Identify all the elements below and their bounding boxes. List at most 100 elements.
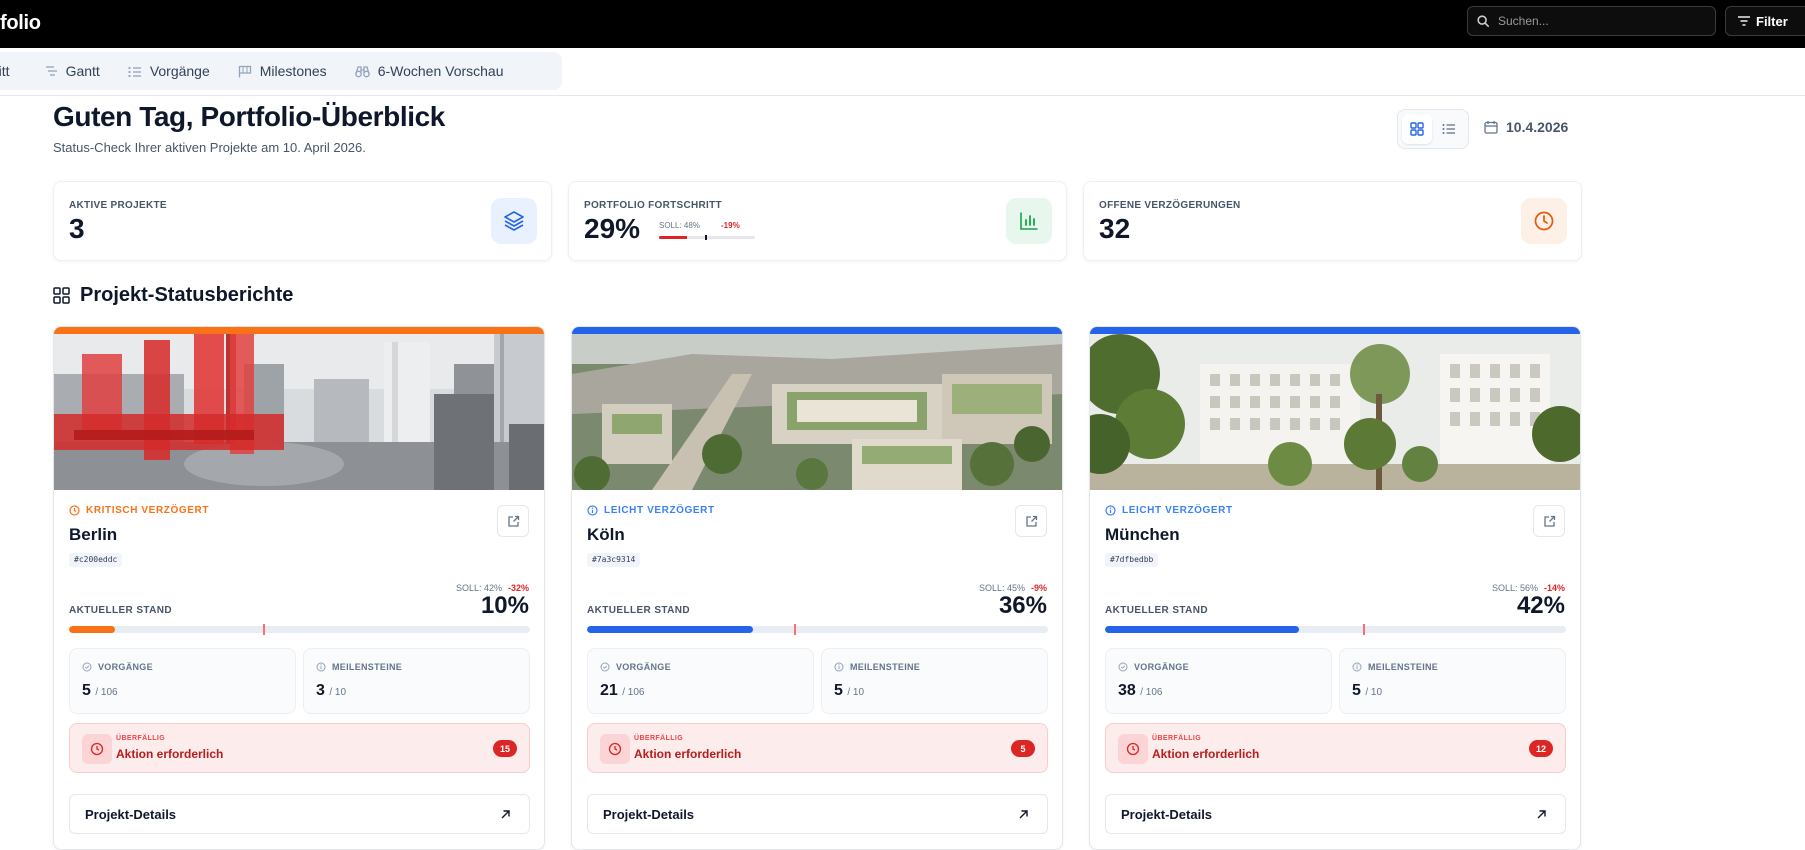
- top-bar: folio Filter: [0, 0, 1805, 48]
- progress-bar-fill: [587, 626, 753, 633]
- stat-count: 5: [834, 682, 843, 699]
- progress-bar: [69, 626, 530, 633]
- stat-label-text: MEILENSTEINE: [1368, 662, 1439, 672]
- card-accent-bar: [572, 327, 1062, 334]
- date-display[interactable]: 10.4.2026: [1484, 119, 1568, 135]
- alert-icon-box: [600, 734, 630, 764]
- clock-icon: [1126, 742, 1140, 756]
- external-link-icon: [1025, 515, 1037, 527]
- status-text: LEICHT VERZÖGERT: [604, 505, 715, 516]
- stat-value: 38 / 106: [1118, 682, 1163, 700]
- card-accent-bar: [54, 327, 544, 334]
- alert-icon-box: [1118, 734, 1148, 764]
- calendar-icon: [1484, 121, 1498, 134]
- kpi-label: AKTIVE PROJEKTE: [69, 200, 167, 211]
- tab-6-wochen-vorschau[interactable]: 6-Wochen Vorschau: [341, 56, 518, 86]
- tab-gantt[interactable]: Gantt: [32, 56, 114, 86]
- progress-value: 36%: [998, 592, 1047, 619]
- progress-label: AKTUELLER STAND: [587, 605, 691, 616]
- check-circle-icon: [600, 662, 610, 672]
- dashboard-icon: [53, 287, 70, 304]
- alert-text: Aktion erforderlich: [634, 747, 742, 761]
- status-label: LEICHT VERZÖGERT: [1105, 505, 1233, 516]
- progress-label: AKTUELLER STAND: [69, 605, 173, 616]
- overdue-alert[interactable]: ÜBERFÄLLIG Aktion erforderlich 15: [69, 723, 530, 773]
- overdue-count-badge: 5: [1011, 740, 1035, 757]
- project-id-badge: #c200eddc: [69, 553, 123, 567]
- stat-label-text: VORGÄNGE: [98, 662, 153, 672]
- overdue-alert[interactable]: ÜBERFÄLLIG Aktion erforderlich 12: [1105, 723, 1566, 773]
- info-circle-icon: [587, 505, 598, 516]
- clock-icon: [1534, 211, 1554, 231]
- progress-value: 10%: [480, 592, 529, 619]
- tab-label: Gantt: [65, 63, 100, 79]
- grid-view-button[interactable]: [1402, 114, 1432, 144]
- progress-target-marker: [262, 624, 265, 635]
- stat-vorgaenge: VORGÄNGE 38 / 106: [1105, 648, 1332, 714]
- project-id-badge: #7a3c9314: [587, 553, 641, 567]
- stat-label: VORGÄNGE: [600, 662, 671, 672]
- kpi-card-open-delays: OFFENE VERZÖGERUNGEN 32: [1083, 181, 1582, 261]
- kpi-icon-box: [1521, 198, 1567, 244]
- progress-target-marker: [1363, 624, 1366, 635]
- stat-label-text: VORGÄNGE: [616, 662, 671, 672]
- search-box[interactable]: [1467, 6, 1716, 36]
- alert-label: ÜBERFÄLLIG: [1152, 735, 1202, 742]
- project-name: Köln: [587, 525, 625, 544]
- arrow-up-right-icon: [1537, 810, 1546, 819]
- tab-label: 6-Wochen Vorschau: [377, 63, 504, 79]
- stat-value: 5 / 106: [82, 682, 118, 700]
- project-photo: [572, 334, 1062, 490]
- stat-total: / 10: [847, 687, 865, 698]
- card-accent-bar: [1090, 327, 1580, 334]
- kpi-value: 29%: [584, 213, 641, 244]
- page-title: Guten Tag, Portfolio-Überblick: [53, 101, 445, 132]
- stat-label: MEILENSTEINE: [834, 662, 920, 672]
- overdue-count-badge: 12: [1529, 740, 1553, 757]
- app-brand: folio: [0, 12, 41, 34]
- binoculars-icon: [354, 65, 370, 77]
- kpi-label: OFFENE VERZÖGERUNGEN: [1099, 200, 1241, 211]
- status-text: KRITISCH VERZÖGERT: [86, 505, 210, 516]
- project-details-button[interactable]: Projekt-Details: [69, 794, 530, 834]
- tab-fortschritt[interactable]: ritt: [0, 56, 32, 86]
- stat-value: 5 / 10: [1352, 682, 1382, 700]
- kpi-label: PORTFOLIO FORTSCHRITT: [584, 200, 722, 211]
- filter-button[interactable]: Filter: [1725, 6, 1805, 36]
- info-circle-icon: [1352, 662, 1362, 672]
- clock-icon: [608, 742, 622, 756]
- overdue-alert[interactable]: ÜBERFÄLLIG Aktion erforderlich 5: [587, 723, 1048, 773]
- stat-value: 21 / 106: [600, 682, 645, 700]
- overdue-count-badge: 15: [493, 740, 517, 757]
- open-external-button[interactable]: [1533, 505, 1565, 537]
- kpi-value: 3: [69, 213, 85, 244]
- page-subtitle: Status-Check Ihrer aktiven Projekte am 1…: [53, 140, 366, 155]
- stat-label-text: VORGÄNGE: [1134, 662, 1189, 672]
- open-external-button[interactable]: [497, 505, 529, 537]
- details-label: Projekt-Details: [85, 807, 177, 822]
- stat-count: 5: [82, 682, 91, 699]
- status-text: LEICHT VERZÖGERT: [1122, 505, 1233, 516]
- info-circle-icon: [834, 662, 844, 672]
- project-details-button[interactable]: Projekt-Details: [587, 794, 1048, 834]
- stat-label: MEILENSTEINE: [316, 662, 402, 672]
- open-external-button[interactable]: [1015, 505, 1047, 537]
- view-tab-strip: ritt Gantt Vorgänge Milestones 6-Wochen …: [0, 48, 1805, 96]
- project-details-button[interactable]: Projekt-Details: [1105, 794, 1566, 834]
- stat-meilensteine: MEILENSTEINE 5 / 10: [821, 648, 1048, 714]
- stat-label: VORGÄNGE: [82, 662, 153, 672]
- alert-text: Aktion erforderlich: [1152, 747, 1260, 761]
- search-input[interactable]: [1498, 11, 1708, 31]
- stat-value: 5 / 10: [834, 682, 864, 700]
- tab-vorgaenge[interactable]: Vorgänge: [114, 56, 224, 86]
- stat-label: VORGÄNGE: [1118, 662, 1189, 672]
- stat-total: / 10: [329, 687, 347, 698]
- list-view-button[interactable]: [1434, 114, 1464, 144]
- list-icon: [1442, 124, 1455, 134]
- filter-label: Filter: [1756, 13, 1788, 29]
- tab-milestones[interactable]: Milestones: [224, 56, 341, 86]
- progress-bar-fill: [1105, 626, 1299, 633]
- stat-total: / 106: [622, 687, 645, 698]
- kpi-value: 32: [1099, 213, 1131, 244]
- project-name: München: [1105, 525, 1180, 544]
